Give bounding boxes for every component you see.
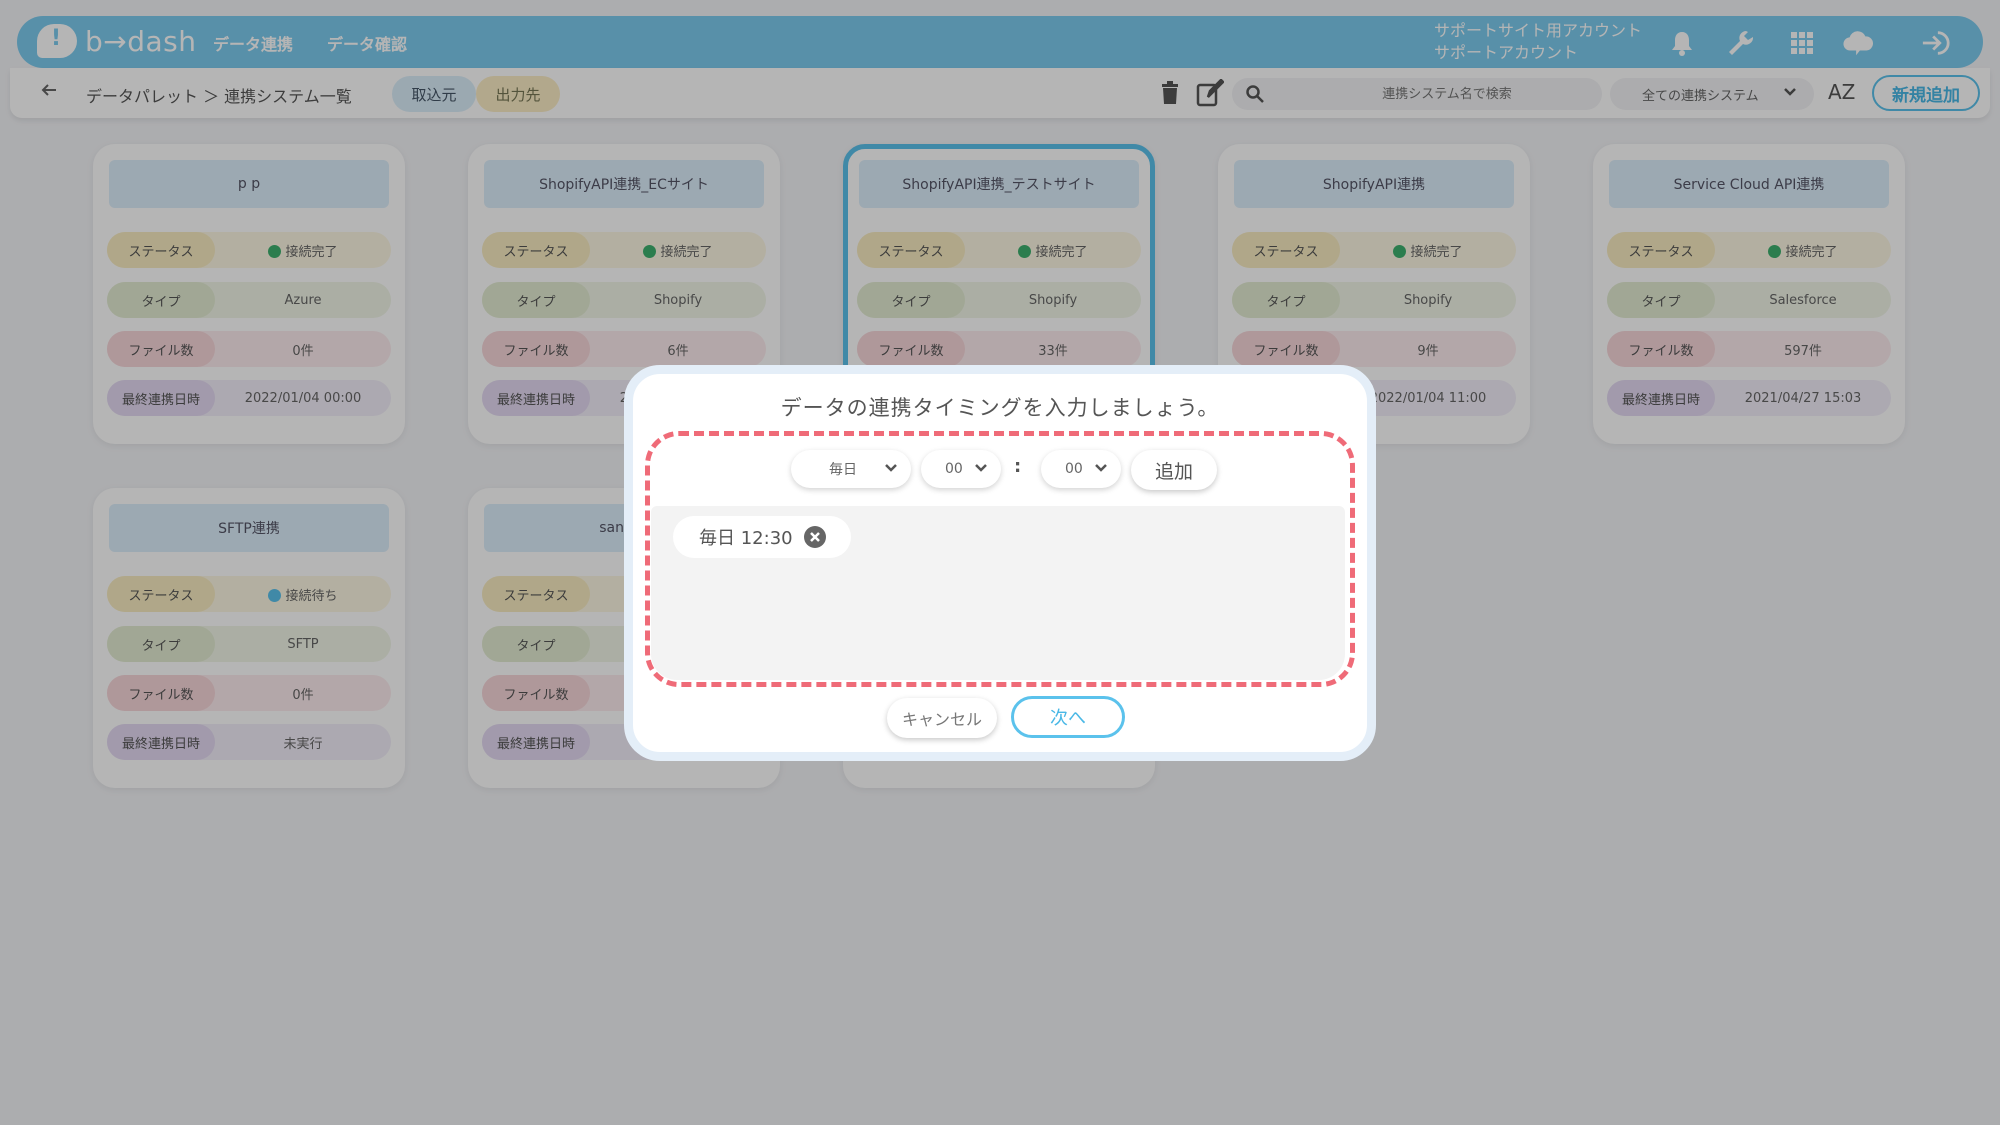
hour-select[interactable]: 00 bbox=[921, 450, 1001, 488]
cancel-button[interactable]: キャンセル bbox=[887, 698, 997, 738]
modal-title: データの連携タイミングを入力しましょう。 bbox=[780, 396, 1220, 420]
chevron-down-icon bbox=[1093, 460, 1109, 480]
add-schedule-button[interactable]: 追加 bbox=[1131, 450, 1217, 490]
time-separator: : bbox=[1014, 456, 1022, 477]
hour-value: 00 bbox=[945, 461, 963, 477]
minute-select[interactable]: 00 bbox=[1041, 450, 1121, 488]
chevron-down-icon bbox=[973, 460, 989, 480]
remove-circle-icon[interactable] bbox=[804, 526, 826, 553]
schedule-modal: データの連携タイミングを入力しましょう。 毎日 00 : 00 追加 毎日 12… bbox=[624, 365, 1376, 761]
next-button[interactable]: 次へ bbox=[1011, 696, 1125, 738]
schedule-list: 毎日 12:30 bbox=[651, 506, 1345, 680]
chevron-down-icon bbox=[883, 460, 899, 480]
frequency-value: 毎日 bbox=[829, 462, 857, 478]
schedule-chip-label: 毎日 12:30 bbox=[699, 528, 793, 549]
minute-value: 00 bbox=[1065, 461, 1083, 477]
frequency-select[interactable]: 毎日 bbox=[791, 450, 911, 488]
schedule-chip: 毎日 12:30 bbox=[673, 516, 851, 558]
